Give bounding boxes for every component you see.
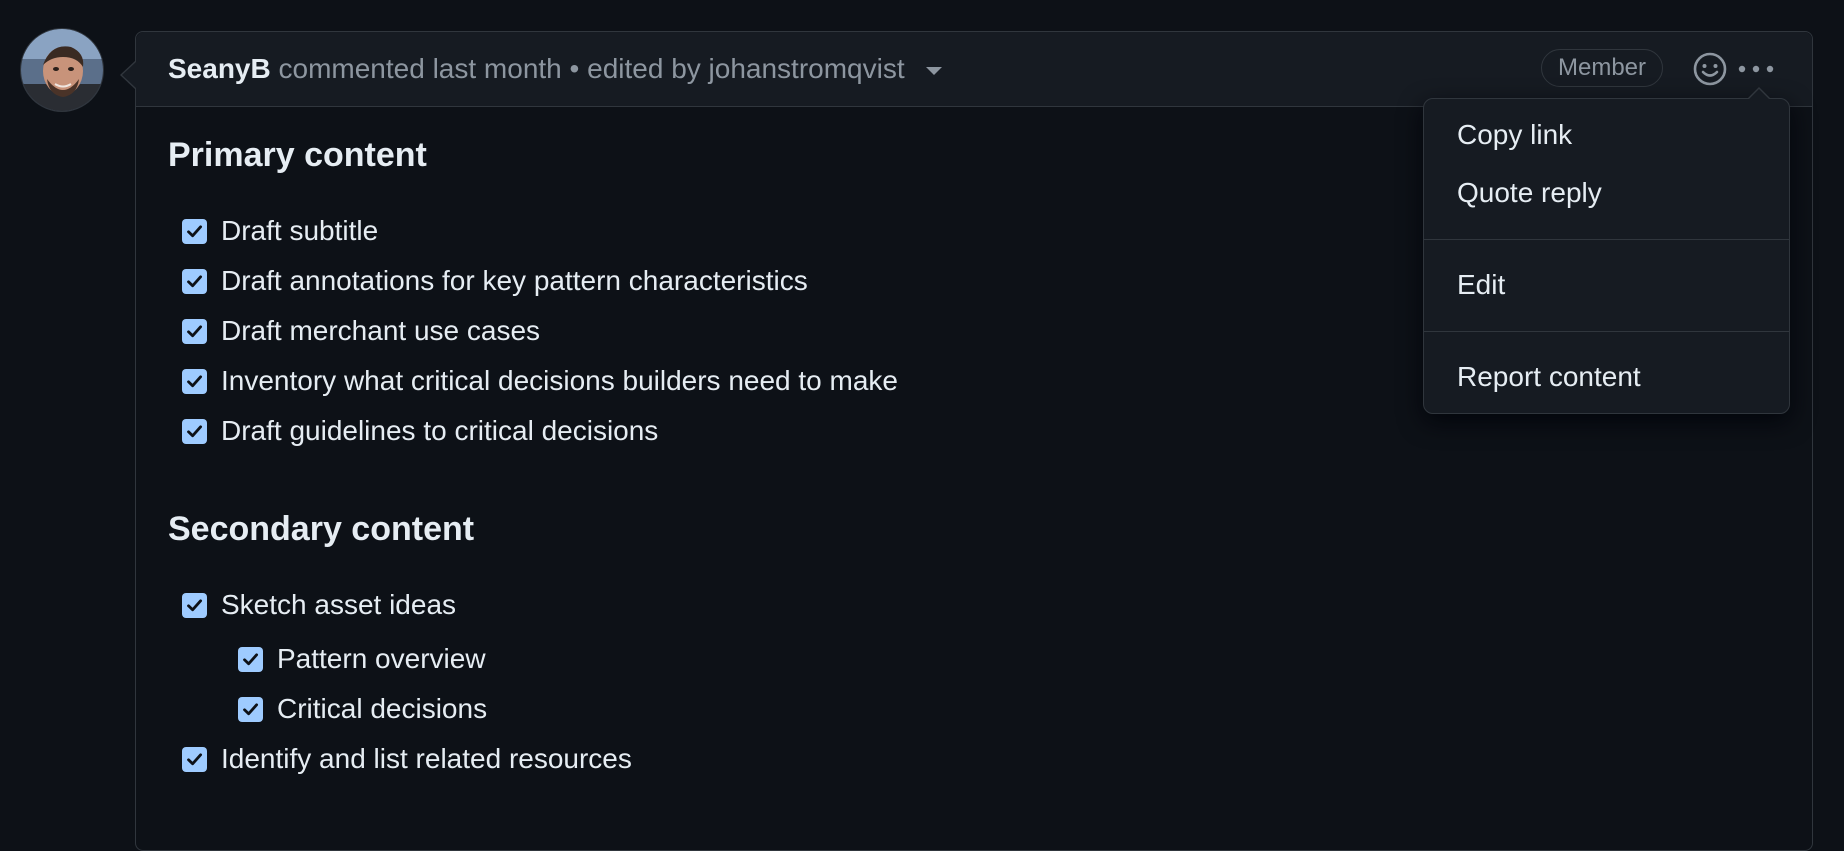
task-checkbox[interactable] <box>238 696 263 722</box>
task-label: Sketch asset ideas <box>221 589 457 620</box>
task-label: Identify and list related resources <box>221 743 632 774</box>
task-checkbox[interactable] <box>182 318 207 344</box>
menu-item-quote-reply[interactable]: Quote reply <box>1424 173 1789 213</box>
task-label: Draft merchant use cases <box>221 315 541 346</box>
nested-task-item: Critical decisions <box>238 691 487 727</box>
task-label: Inventory what critical decisions builde… <box>221 365 899 396</box>
task-checkbox[interactable] <box>182 218 207 244</box>
comment-header: SeanyB commented last month • edited by … <box>136 32 1812 107</box>
menu-divider <box>1424 331 1789 332</box>
task-item: Draft subtitle <box>182 213 378 249</box>
task-item: Draft merchant use cases <box>182 313 540 349</box>
smiley-icon[interactable] <box>1691 50 1729 88</box>
task-label: Draft guidelines to critical decisions <box>221 415 659 446</box>
task-checkbox[interactable] <box>182 268 207 294</box>
task-checkbox[interactable] <box>182 592 207 618</box>
menu-item-edit[interactable]: Edit <box>1424 265 1789 305</box>
member-badge: Member <box>1541 49 1664 87</box>
comment-action: commented last month <box>278 53 562 84</box>
comment-meta: SeanyB commented last month • edited by … <box>168 51 943 87</box>
menu-item-copy-link[interactable]: Copy link <box>1424 115 1789 155</box>
menu-divider <box>1424 239 1789 240</box>
task-label: Pattern overview <box>277 643 486 674</box>
task-label: Draft annotations for key pattern charac… <box>221 265 808 296</box>
task-checkbox[interactable] <box>182 418 207 444</box>
task-checkbox[interactable] <box>238 646 263 672</box>
secondary-content-heading: Secondary content <box>168 510 475 548</box>
comment-options-menu: Copy link Quote reply Edit Report conten… <box>1423 87 1790 414</box>
comment-author[interactable]: SeanyB <box>168 53 271 84</box>
task-label: Critical decisions <box>277 693 488 724</box>
avatar-image <box>21 29 103 111</box>
task-checkbox[interactable] <box>182 368 207 394</box>
menu-item-report-content[interactable]: Report content <box>1424 357 1789 397</box>
task-item: Draft guidelines to critical decisions <box>182 413 658 449</box>
primary-content-heading: Primary content <box>168 136 427 174</box>
nested-task-item: Pattern overview <box>238 641 486 677</box>
avatar[interactable] <box>21 29 103 111</box>
task-item: Inventory what critical decisions builde… <box>182 363 898 399</box>
task-item: Sketch asset ideas <box>182 587 456 623</box>
triangle-down-icon[interactable] <box>926 66 943 75</box>
task-item: Identify and list related resources <box>182 741 632 777</box>
kebab-horizontal-icon[interactable] <box>1736 56 1776 82</box>
task-checkbox[interactable] <box>182 746 207 772</box>
task-label: Draft subtitle <box>221 215 379 246</box>
task-item: Draft annotations for key pattern charac… <box>182 263 808 299</box>
edited-by-link[interactable]: edited by johanstromqvist <box>587 53 905 84</box>
meta-separator: • <box>569 53 580 84</box>
